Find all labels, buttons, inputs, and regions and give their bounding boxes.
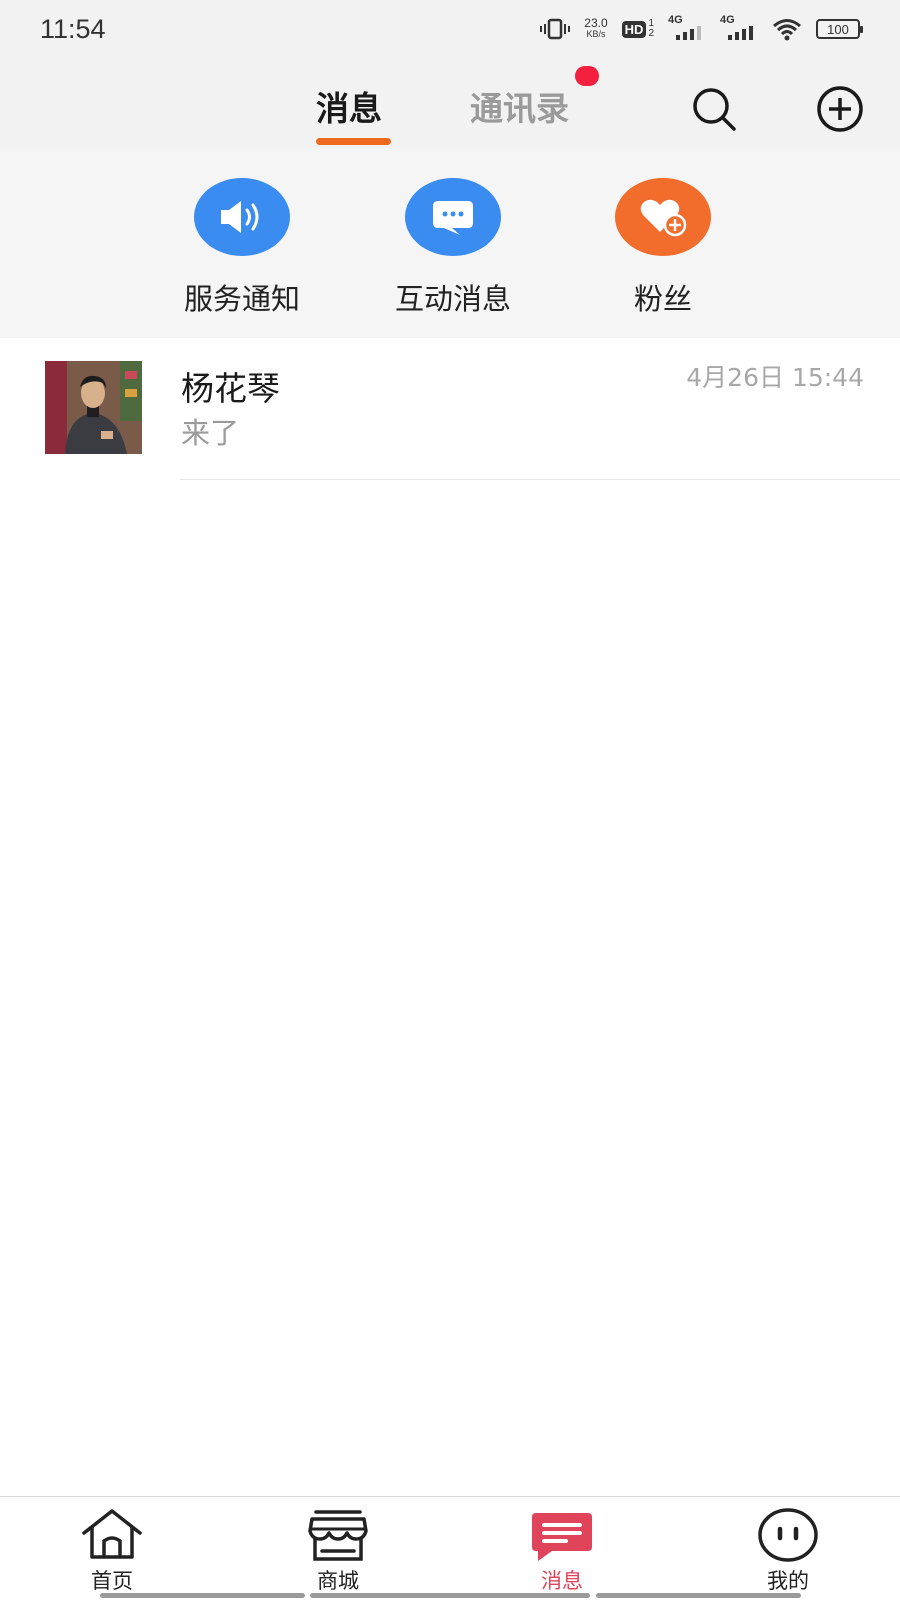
wifi-icon (773, 19, 801, 41)
active-tab-indicator (316, 138, 391, 145)
network-speed: 23.0 KB/s (584, 16, 608, 40)
speaker-icon (221, 201, 259, 233)
divider (180, 479, 900, 480)
interaction-message-label: 互动消息 (394, 282, 511, 316)
nav-mine[interactable]: 我的 (728, 1507, 848, 1595)
nav-mine-label: 我的 (767, 1569, 809, 1593)
hd-label: HD (621, 20, 647, 38)
service-notification-shortcut[interactable]: 服务通知 (162, 178, 322, 318)
status-time: 11:54 (40, 14, 106, 44)
plus-circle-icon (817, 86, 863, 132)
conversation-preview: 来了 (181, 416, 240, 450)
interaction-message-shortcut[interactable]: 互动消息 (373, 178, 533, 318)
add-button[interactable] (816, 85, 864, 133)
vibrate-icon (540, 18, 571, 40)
gesture-bar (310, 1593, 590, 1598)
tab-messages[interactable]: 消息 (316, 82, 382, 130)
service-notification-label: 服务通知 (183, 282, 300, 316)
nav-messages-label: 消息 (541, 1569, 583, 1593)
battery-icon: 100 (816, 19, 863, 39)
nav-home-label: 首页 (91, 1569, 133, 1593)
gesture-bar (100, 1593, 305, 1598)
signal-sim2-icon: 4G (720, 14, 758, 42)
interaction-message-circle (405, 178, 501, 256)
hd-sub-bottom: 2 (648, 28, 654, 39)
home-icon (82, 1509, 142, 1559)
shortcut-row: 服务通知 互动消息 粉丝 (0, 148, 900, 338)
face-icon (758, 1508, 818, 1562)
network-speed-value: 23.0 (584, 16, 608, 30)
store-icon (308, 1510, 368, 1561)
signal-sim1-label: 4G (668, 14, 683, 26)
tab-contacts[interactable]: 通讯录 (470, 82, 569, 130)
conversation-time: 4月26日 15:44 (686, 363, 864, 392)
avatar[interactable] (45, 361, 142, 454)
status-bar: 11:54 23.0 KB/s HD 1 2 4G 4G 100 (0, 0, 900, 58)
network-speed-unit: KB/s (586, 29, 606, 39)
bottom-nav: 首页 商城 消息 我的 (0, 1496, 900, 1600)
signal-sim1-icon: 4G (668, 14, 706, 42)
service-notification-circle (194, 178, 290, 256)
contacts-badge-dot (575, 66, 599, 86)
conversation-item[interactable]: 杨花琴 来了 4月26日 15:44 (0, 338, 900, 480)
user-photo (45, 361, 142, 454)
nav-home[interactable]: 首页 (52, 1507, 172, 1595)
top-nav: 消息 通讯录 (0, 58, 900, 148)
conversation-name: 杨花琴 (181, 369, 280, 408)
nav-mall[interactable]: 商城 (278, 1507, 398, 1595)
message-icon (532, 1513, 592, 1561)
hd-sub: 1 2 (648, 19, 654, 39)
status-icons: 23.0 KB/s HD 1 2 4G 4G 100 (540, 14, 863, 44)
fans-circle (615, 178, 711, 256)
battery-level: 100 (827, 21, 849, 37)
heart-plus-icon (640, 199, 687, 237)
nav-mall-label: 商城 (317, 1569, 359, 1593)
chat-bubble-icon (433, 201, 473, 235)
search-button[interactable] (690, 85, 738, 133)
gesture-bar (596, 1593, 801, 1598)
hd-voice-icon: HD 1 2 (621, 19, 654, 39)
nav-messages[interactable]: 消息 (502, 1507, 622, 1595)
search-icon (693, 88, 736, 131)
signal-sim2-label: 4G (720, 14, 735, 26)
fans-label: 粉丝 (633, 282, 692, 316)
fans-shortcut[interactable]: 粉丝 (583, 178, 743, 318)
